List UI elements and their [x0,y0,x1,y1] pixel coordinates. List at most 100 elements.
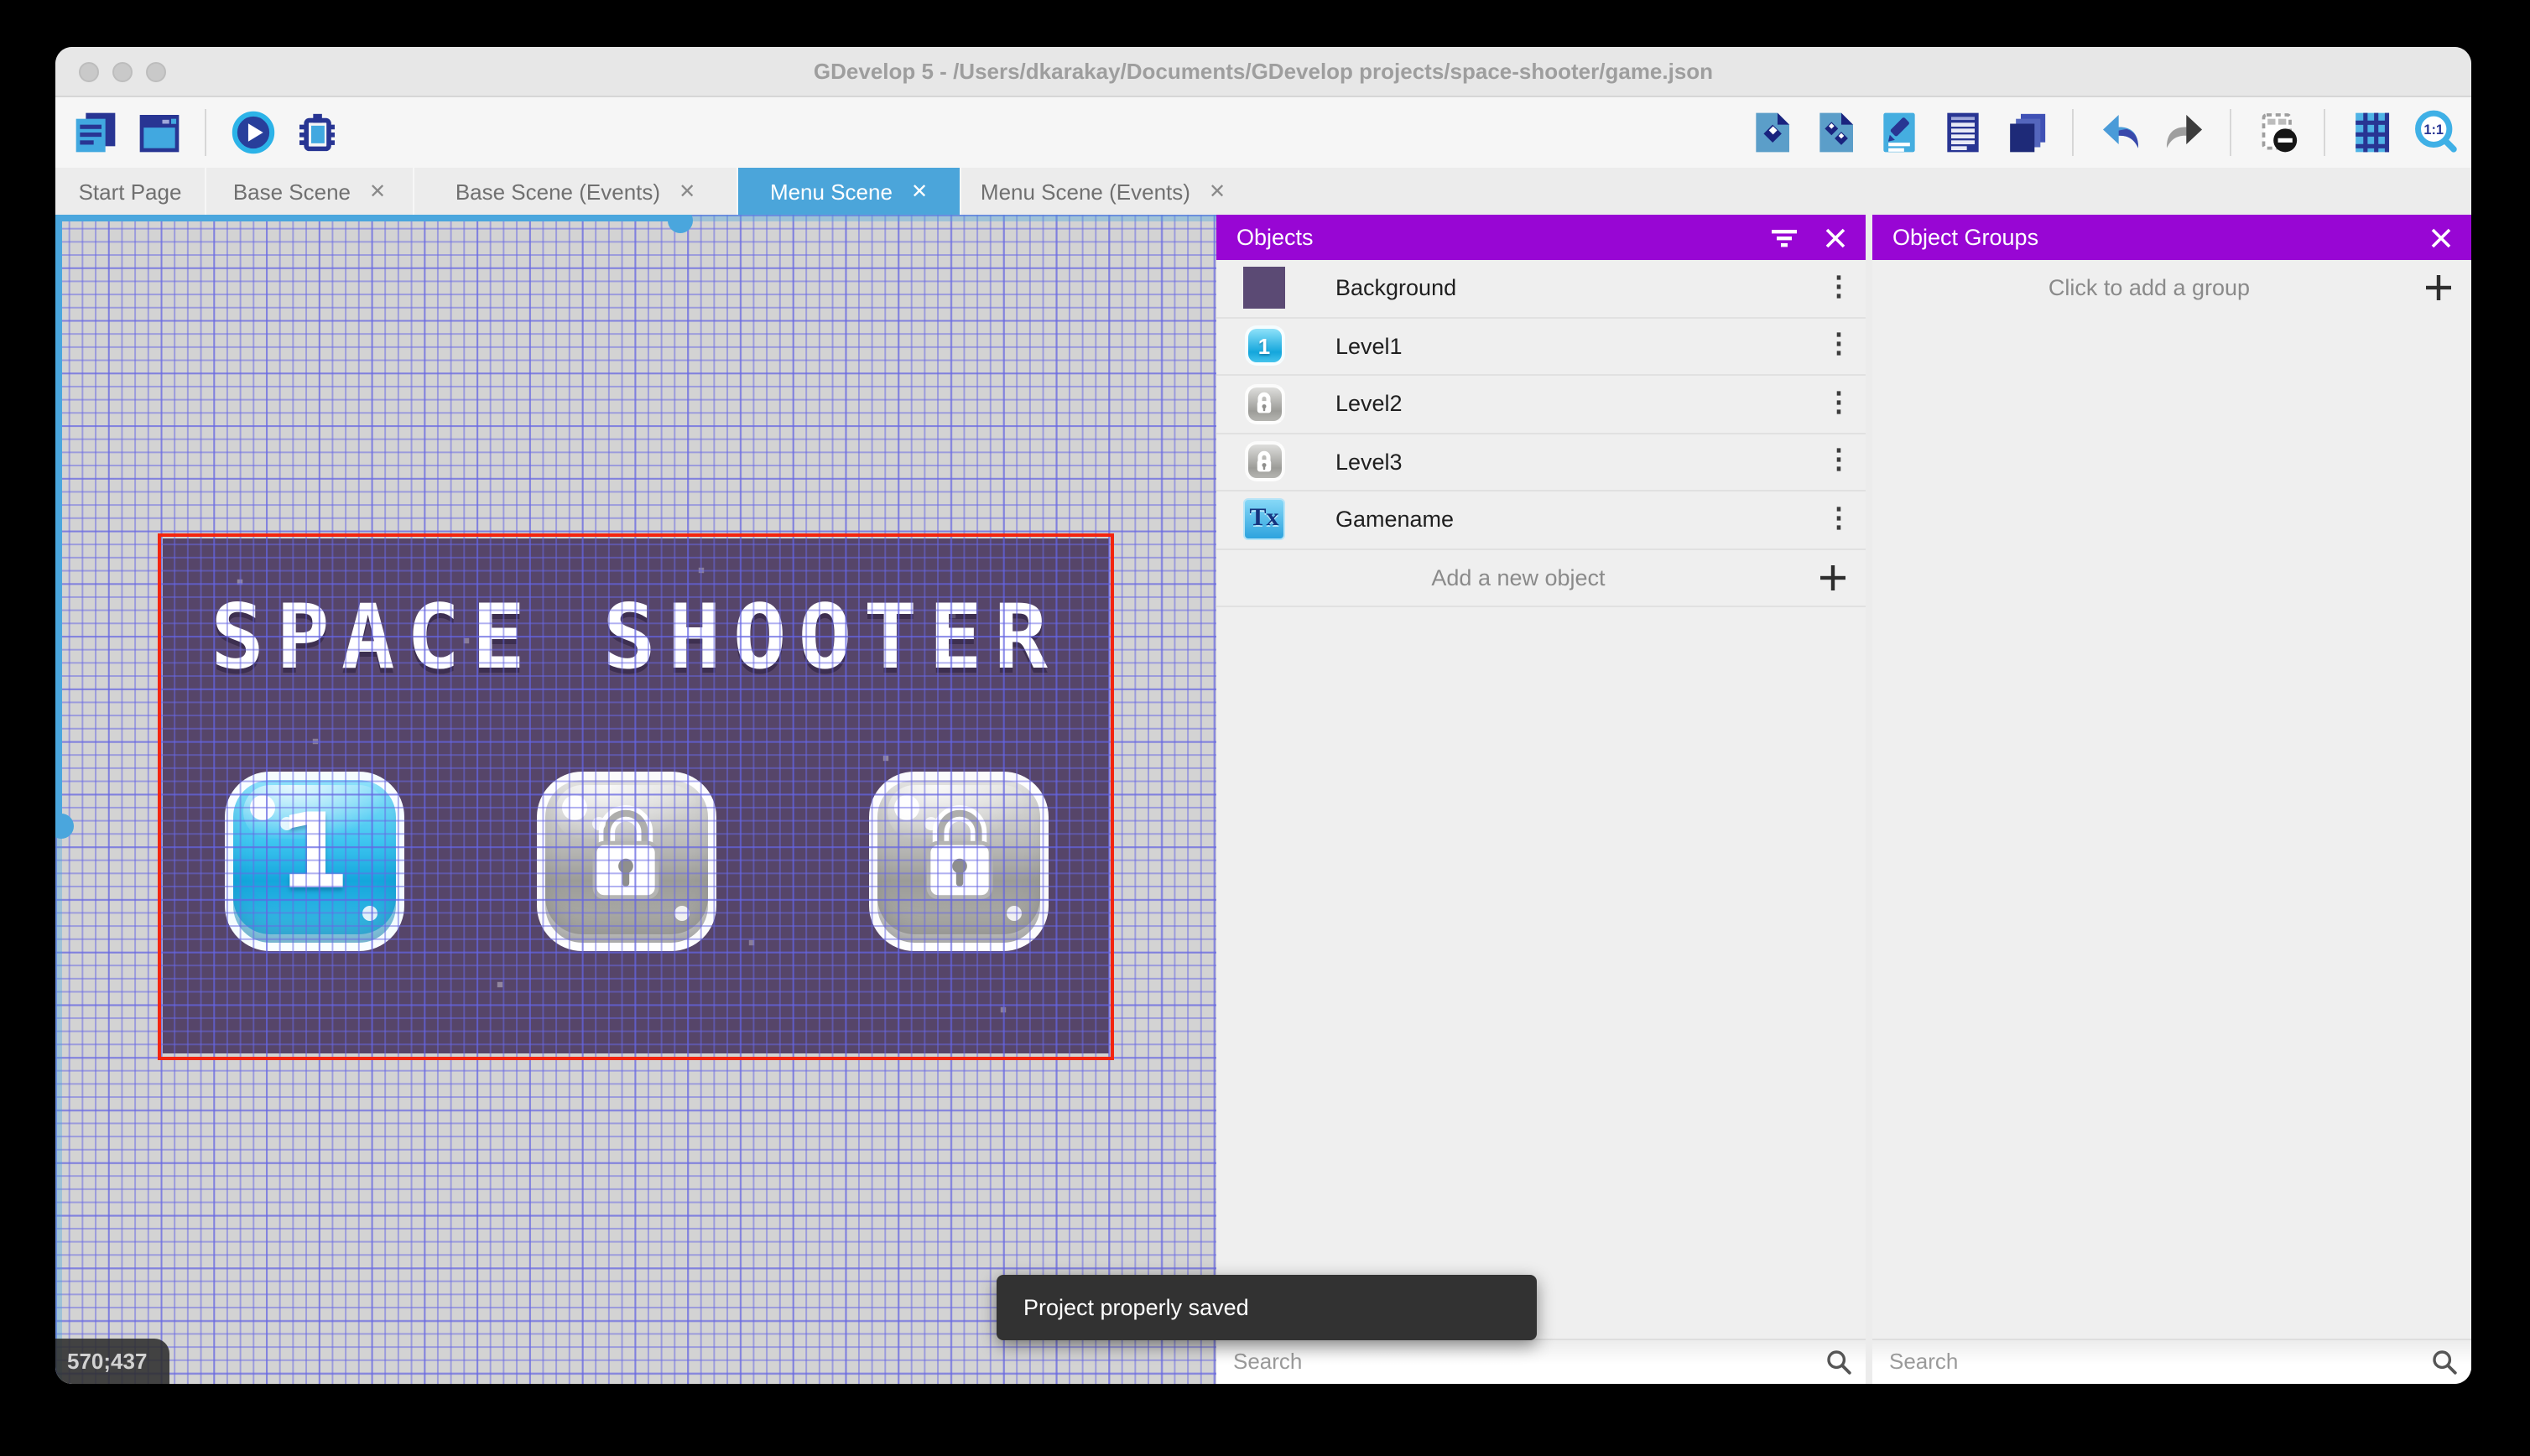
tab-menu-scene-events[interactable]: Menu Scene (Events) ✕ [960,168,1245,215]
level3-locked-button-instance[interactable] [869,771,1049,950]
bubble-highlight [674,905,689,920]
search-icon[interactable] [1825,1349,1852,1375]
zoom-original-icon[interactable]: 1:1 [2411,108,2460,157]
object-row-level3[interactable]: Level3 ⋮ [1216,434,1866,491]
plus-icon[interactable] [1820,564,1845,590]
groups-panel-empty-area [1872,316,2471,1338]
toast-message: Project properly saved [1023,1295,1249,1320]
object-row-gamename[interactable]: Tx Gamename ⋮ [1216,491,1866,549]
vertical-scrollbar-thumb[interactable] [55,814,74,839]
lock-icon [910,797,1007,919]
toolbar-divider [2324,109,2325,156]
tab-start-page[interactable]: Start Page [55,168,205,215]
scene-title-instance[interactable]: SPACE SHOOTER [162,593,1108,682]
minimize-window-button[interactable] [112,61,133,81]
tab-label: Base Scene [232,179,351,204]
level3-thumbnail [1243,441,1285,483]
titlebar: GDevelop 5 - /Users/dkarakay/Documents/G… [55,47,2471,97]
tab-close-icon[interactable]: ✕ [679,181,695,201]
bubble-highlight [894,794,919,819]
layers-editor-icon[interactable] [2002,108,2050,157]
bubble-highlight [362,905,377,920]
vertical-scrollbar[interactable] [55,215,61,825]
add-object-row[interactable]: Add a new object [1216,549,1866,607]
add-group-row[interactable]: Click to add a group [1872,260,2471,316]
object-menu-icon[interactable]: ⋮ [1825,506,1852,533]
object-row-level1[interactable]: 1 Level1 ⋮ [1216,318,1866,376]
horizontal-scrollbar-track[interactable] [679,215,1216,221]
screenshot-root: GDevelop 5 - /Users/dkarakay/Documents/G… [0,0,2530,1456]
bubble-highlight [924,816,938,829]
objects-panel-header: Objects [1216,215,1866,260]
object-name: Gamename [1335,507,1455,533]
close-panel-icon[interactable] [1825,227,1845,247]
background-thumbnail [1243,267,1285,309]
level2-locked-button-instance[interactable] [536,771,716,950]
tab-label: Base Scene (Events) [455,179,661,204]
filter-icon[interactable] [1772,227,1797,247]
window-title: GDevelop 5 - /Users/dkarakay/Documents/G… [813,59,1714,84]
level1-button-instance[interactable]: 1 [224,771,403,950]
properties-icon[interactable] [1874,108,1923,157]
object-groups-panel-title: Object Groups [1892,225,2039,250]
star-specks [162,538,165,541]
tab-base-scene-events[interactable]: Base Scene (Events) ✕ [413,168,737,215]
vertical-scrollbar-track[interactable] [55,825,61,1384]
window-mask-icon[interactable] [2253,108,2302,157]
plus-icon[interactable] [2426,275,2451,301]
objects-panel-empty-area [1216,607,1866,1338]
object-name: Level1 [1335,333,1403,359]
object-menu-icon[interactable]: ⋮ [1825,390,1852,418]
close-window-button[interactable] [79,61,99,81]
object-row-background[interactable]: Background ⋮ [1216,260,1866,318]
bubble-highlight [249,794,274,819]
object-row-level2[interactable]: Level2 ⋮ [1216,376,1866,434]
groups-search-input[interactable] [1886,1347,2431,1376]
objects-search-input[interactable] [1230,1347,1825,1376]
objects-search-bar [1216,1338,1866,1384]
horizontal-scrollbar-thumb[interactable] [668,215,693,233]
object-name: Background [1335,275,1457,301]
bubble-highlight [279,816,293,829]
app-window: GDevelop 5 - /Users/dkarakay/Documents/G… [55,47,2471,1384]
toolbar: 1:1 [55,97,2471,168]
start-page-icon[interactable] [134,108,183,157]
add-object-label: Add a new object [1431,564,1606,590]
bubble-highlight [561,794,586,819]
object-groups-panel: Object Groups Click to add a group [1872,215,2471,1384]
tab-base-scene[interactable]: Base Scene ✕ [205,168,413,215]
object-menu-icon[interactable]: ⋮ [1825,274,1852,302]
grid-icon[interactable] [2347,108,2396,157]
close-panel-icon[interactable] [2431,227,2451,247]
tab-label: Start Page [78,179,182,204]
window-controls [79,47,166,96]
bubble-highlight [1007,905,1022,920]
tab-close-icon[interactable]: ✕ [1209,181,1226,201]
undo-icon[interactable] [2095,108,2144,157]
toolbar-divider [2230,109,2231,156]
redo-icon[interactable] [2159,108,2208,157]
toolbar-divider [2072,109,2074,156]
tab-label: Menu Scene [769,179,893,204]
add-group-label: Click to add a group [2048,275,2251,301]
object-menu-icon[interactable]: ⋮ [1825,448,1852,476]
level2-thumbnail [1243,383,1285,425]
objects-editor-icon[interactable] [1747,108,1795,157]
tab-close-icon[interactable]: ✕ [911,181,928,201]
objects-panel-title: Objects [1236,225,1314,250]
save-toast: Project properly saved [997,1275,1537,1340]
tab-close-icon[interactable]: ✕ [369,181,386,201]
objects-panel: Objects Background ⋮ 1 Level1 ⋮ Level2 ⋮… [1216,215,1866,1384]
tab-bar: Start Page Base Scene ✕ Base Scene (Even… [55,168,2471,215]
search-icon[interactable] [2431,1349,2458,1375]
object-groups-editor-icon[interactable] [1810,108,1859,157]
tab-menu-scene[interactable]: Menu Scene ✕ [737,168,960,215]
project-manager-icon[interactable] [70,108,119,157]
instances-list-icon[interactable] [1938,108,1986,157]
fullscreen-window-button[interactable] [146,61,166,81]
play-preview-icon[interactable] [228,108,277,157]
object-menu-icon[interactable]: ⋮ [1825,332,1852,360]
scene-canvas[interactable]: SPACE SHOOTER 1 570;437 [55,215,1216,1384]
debug-icon[interactable] [292,108,341,157]
horizontal-scrollbar[interactable] [55,215,679,221]
